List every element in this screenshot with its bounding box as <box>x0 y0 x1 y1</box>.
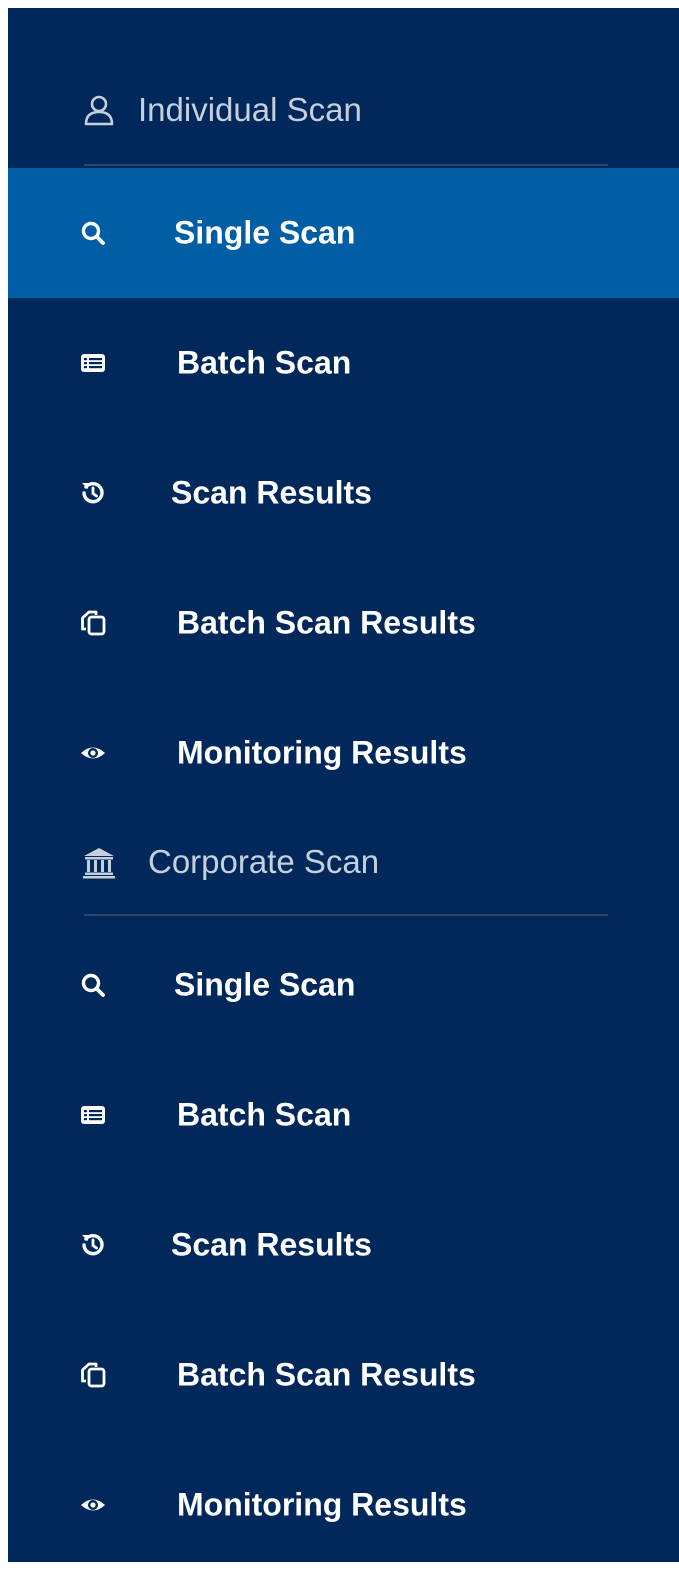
nav-item-corporate-scan-results[interactable]: Scan Results <box>8 1180 679 1310</box>
nav-item-individual-scan-results[interactable]: Scan Results <box>8 428 679 558</box>
search-icon <box>80 220 106 246</box>
nav-item-label: Batch Scan <box>177 344 352 381</box>
nav-item-individual-single-scan[interactable]: Single Scan <box>8 168 679 298</box>
nav-item-label: Monitoring Results <box>177 1486 467 1523</box>
copy-icon <box>80 1362 106 1388</box>
section-divider <box>84 914 608 916</box>
nav-item-corporate-single-scan[interactable]: Single Scan <box>8 920 679 1050</box>
section-divider <box>84 164 608 166</box>
nav-item-label: Batch Scan Results <box>177 1356 476 1393</box>
nav-item-corporate-monitoring-results[interactable]: Monitoring Results <box>8 1440 679 1570</box>
history-icon <box>80 480 106 506</box>
nav-item-label: Single Scan <box>174 966 356 1003</box>
list-card-icon <box>80 350 106 376</box>
history-icon <box>80 1232 106 1258</box>
nav-item-corporate-batch-scan[interactable]: Batch Scan <box>8 1050 679 1180</box>
nav-item-label: Single Scan <box>174 214 356 251</box>
nav-item-corporate-batch-scan-results[interactable]: Batch Scan Results <box>8 1310 679 1440</box>
copy-icon <box>80 610 106 636</box>
eye-icon <box>80 1492 106 1518</box>
section-title: Individual Scan <box>138 91 362 128</box>
section-title: Corporate Scan <box>148 843 380 880</box>
sidebar: Individual Scan Single Scan Batch Scan S… <box>8 8 679 1562</box>
nav-item-individual-batch-scan-results[interactable]: Batch Scan Results <box>8 558 679 688</box>
nav-item-label: Batch Scan Results <box>177 604 476 641</box>
list-card-icon <box>80 1102 106 1128</box>
nav-item-label: Scan Results <box>171 474 372 511</box>
eye-icon <box>80 740 106 766</box>
nav-item-label: Scan Results <box>171 1226 372 1263</box>
nav-item-individual-batch-scan[interactable]: Batch Scan <box>8 298 679 428</box>
bank-icon <box>82 845 116 879</box>
section-header-individual-scan: Individual Scan <box>8 70 679 150</box>
search-icon <box>80 972 106 998</box>
nav-item-individual-monitoring-results[interactable]: Monitoring Results <box>8 688 679 818</box>
user-outline-icon <box>82 93 116 127</box>
nav-item-label: Batch Scan <box>177 1096 352 1133</box>
section-header-corporate-scan: Corporate Scan <box>8 822 679 902</box>
nav-item-label: Monitoring Results <box>177 734 467 771</box>
